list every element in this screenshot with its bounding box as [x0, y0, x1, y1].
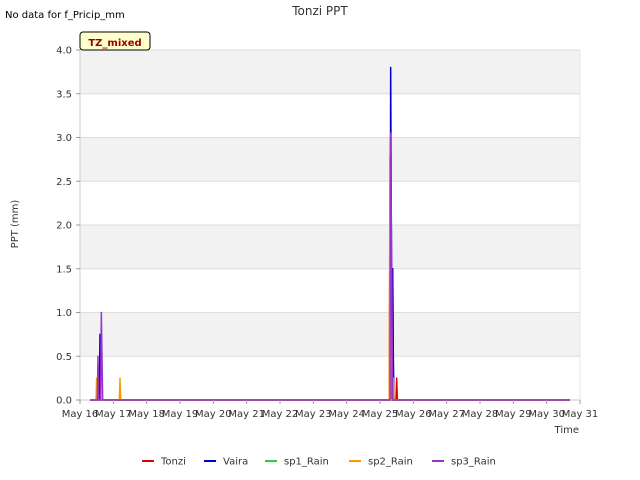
x-tick-label: May 16	[62, 409, 99, 420]
chart: May 16May 17May 18May 19May 20May 21May …	[5, 4, 599, 468]
x-tick-label: May 25	[362, 409, 399, 420]
y-tick-label: 1.0	[56, 308, 72, 319]
plot-band	[80, 50, 580, 94]
y-axis-label: PPT (mm)	[10, 200, 21, 249]
y-tick-label: 0.0	[56, 396, 72, 407]
x-tick-label: May 19	[162, 409, 199, 420]
badge-label: TZ_mixed	[88, 38, 141, 49]
x-axis-label: Time	[554, 425, 579, 436]
x-tick-label: May 22	[262, 409, 299, 420]
legend-item: Vaira	[204, 457, 248, 468]
y-tick-label: 3.0	[56, 133, 72, 144]
x-tick-label: May 23	[295, 409, 332, 420]
legend-label: Tonzi	[160, 457, 186, 468]
x-tick-label: May 30	[528, 409, 565, 420]
legend-item: sp1_Rain	[265, 457, 329, 468]
plot-band	[80, 181, 580, 225]
legend-item: Tonzi	[142, 457, 186, 468]
plot-band	[80, 225, 580, 269]
x-tick-label: May 26	[395, 409, 432, 420]
y-tick-label: 2.0	[56, 221, 72, 232]
legend-label: sp1_Rain	[284, 457, 329, 468]
plot-band	[80, 356, 580, 400]
plot-band	[80, 268, 580, 313]
x-tick-label: May 21	[228, 409, 265, 420]
x-tick-label: May 18	[128, 409, 165, 420]
x-tick-label: May 31	[562, 409, 599, 420]
plot-band	[80, 93, 580, 138]
tz-mixed-badge: TZ_mixed	[79, 31, 151, 51]
legend: Tonzi Vaira sp1_Rain sp2_Rain sp3_Rain	[142, 457, 496, 468]
no-data-note: No data for f_Pricip_mm	[5, 10, 125, 21]
legend-label: Vaira	[223, 457, 248, 468]
legend-item: sp2_Rain	[349, 457, 413, 468]
x-tick-labels: May 16May 17May 18May 19May 20May 21May …	[62, 400, 599, 420]
legend-label: sp3_Rain	[451, 457, 496, 468]
x-tick-label: May 27	[428, 409, 465, 420]
x-tick-label: May 24	[328, 409, 365, 420]
y-tick-label: 1.5	[56, 264, 72, 275]
x-tick-label: May 28	[462, 409, 499, 420]
y-tick-label: 4.0	[56, 46, 72, 57]
y-tick-label: 2.5	[56, 177, 72, 188]
y-tick-label: 3.5	[56, 89, 72, 100]
plot-band	[80, 312, 580, 357]
x-tick-label: May 20	[195, 409, 232, 420]
legend-item: sp3_Rain	[432, 457, 496, 468]
y-tick-label: 0.5	[56, 352, 72, 363]
y-tick-labels: 0.0 0.5 1.0 1.5 2.0 2.5 3.0 3.5 4.0	[56, 46, 80, 407]
plot-band	[80, 137, 580, 182]
x-tick-label: May 17	[95, 409, 132, 420]
x-tick-label: May 29	[495, 409, 532, 420]
chart-title: Tonzi PPT	[291, 4, 348, 18]
legend-label: sp2_Rain	[368, 457, 413, 468]
